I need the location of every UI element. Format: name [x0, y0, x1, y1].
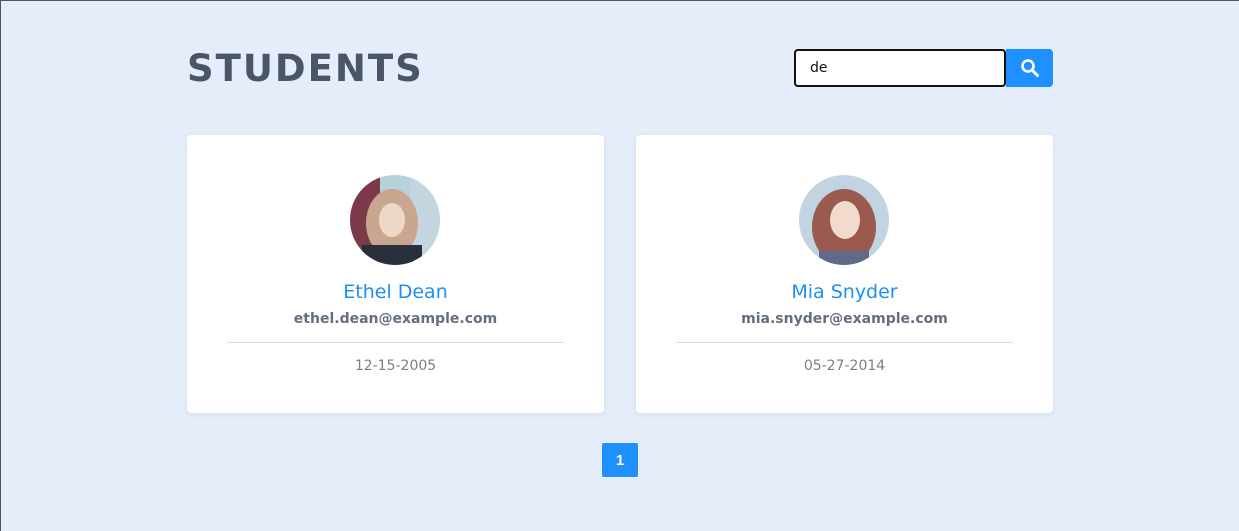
pagination-page-1[interactable]: 1: [602, 443, 638, 477]
student-date: 12-15-2005: [354, 358, 437, 374]
student-card: Ethel Dean ethel.dean@example.com 12-15-…: [187, 135, 604, 413]
student-email: ethel.dean@example.com: [293, 311, 498, 327]
student-email: mia.snyder@example.com: [741, 311, 948, 327]
student-date: 05-27-2014: [803, 358, 886, 374]
page-title: STUDENTS: [187, 47, 424, 90]
student-name: Ethel Dean: [343, 281, 448, 303]
student-card: Mia Snyder mia.snyder@example.com 05-27-…: [636, 135, 1053, 413]
search-icon: [1020, 59, 1039, 77]
card-divider: [676, 342, 1013, 343]
search-form: [794, 49, 1053, 87]
search-input[interactable]: [794, 49, 1006, 87]
avatar: [799, 175, 889, 265]
student-name: Mia Snyder: [791, 281, 898, 303]
search-button[interactable]: [1006, 49, 1053, 87]
avatar: [350, 175, 440, 265]
card-divider: [227, 342, 564, 343]
